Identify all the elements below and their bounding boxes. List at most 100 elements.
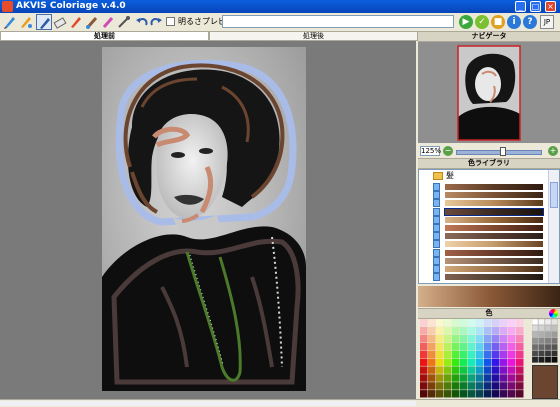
palette-color-cell[interactable] (444, 374, 452, 382)
palette-grey-cell[interactable] (544, 337, 552, 344)
grey-palette-grid[interactable] (532, 319, 558, 363)
palette-color-cell[interactable] (468, 326, 476, 335)
library-gradient-row[interactable] (433, 224, 545, 232)
palette-color-cell[interactable] (420, 342, 428, 351)
palette-color-cell[interactable] (428, 390, 436, 398)
maximize-button[interactable]: □ (530, 1, 541, 12)
palette-color-cell[interactable] (476, 350, 484, 358)
palette-color-cell[interactable] (508, 350, 516, 358)
palette-color-cell[interactable] (436, 342, 444, 351)
palette-color-cell[interactable] (468, 366, 476, 374)
palette-color-cell[interactable] (516, 319, 524, 327)
palette-color-cell[interactable] (516, 350, 524, 358)
palette-color-cell[interactable] (428, 326, 436, 335)
palette-color-cell[interactable] (452, 350, 460, 358)
palette-color-cell[interactable] (460, 390, 468, 398)
palette-color-cell[interactable] (428, 358, 436, 366)
image-canvas[interactable] (0, 41, 416, 399)
palette-color-cell[interactable] (420, 366, 428, 374)
eraser-icon[interactable] (52, 14, 68, 30)
palette-color-cell[interactable] (444, 366, 452, 374)
library-gradient-row[interactable] (433, 265, 545, 273)
palette-color-cell[interactable] (492, 366, 500, 374)
pencil-tool-icon[interactable] (2, 14, 18, 30)
palette-color-cell[interactable] (436, 334, 444, 343)
close-button[interactable]: × (545, 1, 556, 12)
palette-grey-cell[interactable] (551, 356, 558, 363)
palette-color-cell[interactable] (484, 342, 492, 351)
palette-color-cell[interactable] (508, 319, 516, 327)
info-icon[interactable]: i (507, 15, 521, 29)
palette-color-cell[interactable] (516, 374, 524, 382)
help-icon[interactable]: ? (523, 15, 537, 29)
color-palette-grid[interactable] (420, 319, 524, 398)
palette-color-cell[interactable] (460, 382, 468, 390)
palette-color-cell[interactable] (452, 334, 460, 343)
current-color-swatch[interactable] (532, 365, 558, 399)
palette-grey-cell[interactable] (538, 350, 545, 357)
palette-color-cell[interactable] (436, 390, 444, 398)
palette-grey-cell[interactable] (551, 350, 558, 357)
palette-color-cell[interactable] (444, 319, 452, 327)
check-icon[interactable]: ✓ (475, 15, 489, 29)
palette-color-cell[interactable] (468, 319, 476, 327)
palette-color-cell[interactable] (428, 350, 436, 358)
palette-color-cell[interactable] (420, 319, 428, 327)
palette-grey-cell[interactable] (544, 319, 552, 325)
library-gradient-row[interactable] (433, 207, 545, 216)
palette-color-cell[interactable] (500, 319, 508, 327)
palette-color-cell[interactable] (516, 326, 524, 335)
palette-color-cell[interactable] (444, 342, 452, 351)
language-button[interactable]: JP (540, 15, 554, 29)
palette-color-cell[interactable] (468, 382, 476, 390)
palette-color-cell[interactable] (492, 374, 500, 382)
palette-color-cell[interactable] (484, 350, 492, 358)
palette-color-cell[interactable] (508, 334, 516, 343)
palette-color-cell[interactable] (492, 390, 500, 398)
palette-color-cell[interactable] (460, 334, 468, 343)
palette-color-cell[interactable] (500, 382, 508, 390)
palette-color-cell[interactable] (420, 382, 428, 390)
palette-color-cell[interactable] (420, 326, 428, 335)
palette-color-cell[interactable] (436, 358, 444, 366)
palette-color-cell[interactable] (508, 374, 516, 382)
canvas-horizontal-scrollbar[interactable] (0, 401, 416, 406)
palette-color-cell[interactable] (460, 358, 468, 366)
palette-color-cell[interactable] (492, 382, 500, 390)
gradient-swatch[interactable] (445, 241, 543, 248)
gradient-swatch[interactable] (445, 200, 543, 207)
gradient-swatch[interactable] (445, 257, 543, 264)
palette-color-cell[interactable] (484, 390, 492, 398)
library-gradient-row[interactable] (433, 199, 545, 208)
zoom-slider-thumb[interactable] (500, 147, 507, 156)
palette-grey-cell[interactable] (532, 319, 539, 325)
palette-grey-cell[interactable] (551, 337, 558, 344)
gradient-swatch[interactable] (445, 249, 543, 256)
palette-color-cell[interactable] (420, 350, 428, 358)
palette-color-cell[interactable] (468, 342, 476, 351)
palette-color-cell[interactable] (436, 374, 444, 382)
palette-color-cell[interactable] (492, 326, 500, 335)
palette-grey-cell[interactable] (532, 325, 539, 332)
palette-color-cell[interactable] (476, 390, 484, 398)
palette-color-cell[interactable] (444, 350, 452, 358)
palette-color-cell[interactable] (484, 326, 492, 335)
auto-pencil-icon[interactable] (18, 14, 34, 30)
palette-color-cell[interactable] (492, 358, 500, 366)
palette-color-cell[interactable] (508, 366, 516, 374)
palette-color-cell[interactable] (476, 326, 484, 335)
palette-color-cell[interactable] (436, 319, 444, 327)
palette-color-cell[interactable] (516, 366, 524, 374)
file-path-field[interactable] (222, 15, 454, 28)
brightness-preview-checkbox[interactable] (166, 17, 175, 26)
palette-color-cell[interactable] (428, 374, 436, 382)
zoom-slider-track[interactable] (456, 150, 542, 155)
palette-grey-cell[interactable] (538, 337, 545, 344)
palette-grey-cell[interactable] (532, 344, 539, 351)
library-gradient-row[interactable] (433, 248, 545, 257)
palette-color-cell[interactable] (492, 334, 500, 343)
palette-color-cell[interactable] (452, 374, 460, 382)
palette-color-cell[interactable] (444, 390, 452, 398)
palette-color-cell[interactable] (436, 382, 444, 390)
palette-grey-cell[interactable] (532, 350, 539, 357)
